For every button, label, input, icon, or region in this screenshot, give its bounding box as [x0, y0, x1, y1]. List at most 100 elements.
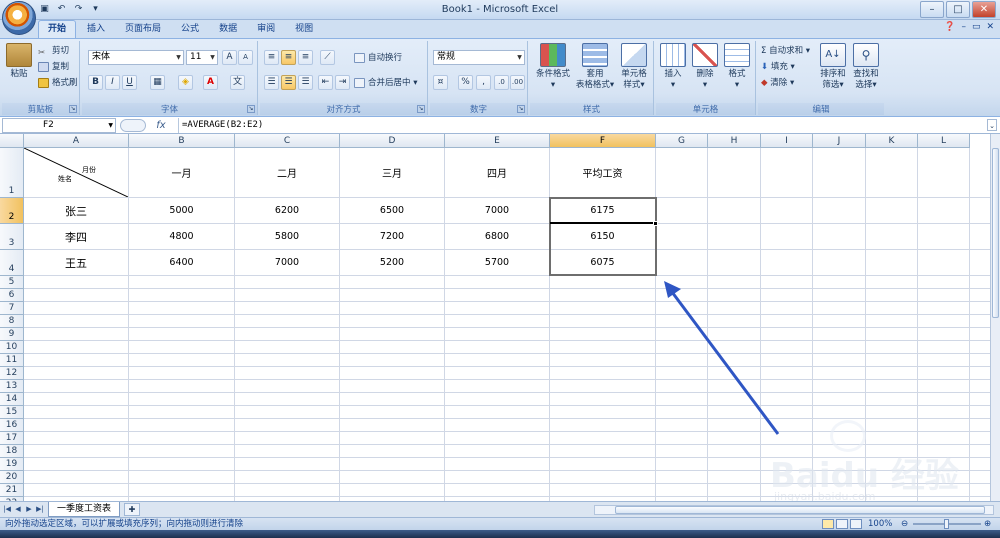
minimize-icon[interactable]: –	[920, 1, 944, 18]
column-header-k[interactable]: K	[866, 134, 918, 148]
tab-home[interactable]: 开始	[38, 20, 77, 38]
row-header-9[interactable]: 9	[0, 328, 24, 341]
column-header-d[interactable]: D	[340, 134, 445, 148]
tab-review[interactable]: 审阅	[248, 20, 284, 38]
data-cell[interactable]: 7000	[445, 198, 549, 223]
table-header-cell[interactable]: 平均工资	[550, 148, 655, 197]
decrease-indent-icon[interactable]: ⇤	[318, 75, 333, 90]
data-cell[interactable]: 5200	[340, 250, 444, 275]
row-header-14[interactable]: 14	[0, 393, 24, 406]
table-header-cell[interactable]: 三月	[340, 148, 444, 197]
sort-filter-button[interactable]: A↓ 排序和 筛选▾	[818, 43, 848, 91]
first-sheet-icon[interactable]: |◀	[2, 504, 12, 515]
table-header-cell[interactable]: 一月	[129, 148, 234, 197]
column-header-a[interactable]: A	[24, 134, 129, 148]
office-button[interactable]	[2, 1, 36, 35]
row-header-5[interactable]: 5	[0, 276, 24, 289]
expand-formula-icon[interactable]: ⌄	[987, 119, 997, 131]
vertical-scroll-thumb[interactable]	[992, 148, 999, 318]
formula-expand-handle[interactable]	[120, 119, 146, 132]
row-header-2[interactable]: 2	[0, 198, 24, 224]
format-cells-button[interactable]: 格式 ▾	[722, 43, 752, 91]
row-header-15[interactable]: 15	[0, 406, 24, 419]
clear-button[interactable]: ◆ 清除 ▾	[761, 76, 794, 90]
column-header-l[interactable]: L	[918, 134, 970, 148]
font-name-select[interactable]: 宋体 ▼	[88, 50, 184, 65]
horizontal-scroll-thumb[interactable]	[615, 506, 985, 514]
italic-button[interactable]: I	[105, 75, 120, 90]
row-header-21[interactable]: 21	[0, 484, 24, 497]
normal-view-icon[interactable]	[822, 519, 834, 529]
format-as-table-button[interactable]: 套用 表格格式▾	[574, 43, 616, 91]
customize-qat-icon[interactable]: ▾	[89, 3, 102, 16]
number-format-select[interactable]: 常规 ▼	[433, 50, 525, 65]
row-header-11[interactable]: 11	[0, 354, 24, 367]
data-cell[interactable]: 5000	[129, 198, 234, 223]
data-cell[interactable]: 5700	[445, 250, 549, 275]
fill-handle[interactable]	[653, 221, 658, 226]
page-break-view-icon[interactable]	[850, 519, 862, 529]
diagonal-header-cell[interactable]: 月份 姓名	[24, 148, 128, 197]
row-header-19[interactable]: 19	[0, 458, 24, 471]
insert-function-button[interactable]: fx	[150, 118, 172, 133]
conditional-format-button[interactable]: 条件格式 ▾	[532, 43, 574, 91]
data-cell[interactable]: 7200	[340, 224, 444, 249]
increase-decimal-icon[interactable]: .0	[494, 75, 509, 90]
name-cell[interactable]: 王五	[24, 250, 128, 275]
row-header-3[interactable]: 3	[0, 224, 24, 250]
border-icon[interactable]: ▦	[150, 75, 165, 90]
average-cell[interactable]: 6150	[550, 224, 655, 249]
dialog-launcher-icon[interactable]: ↘	[69, 105, 77, 113]
redo-icon[interactable]: ↷	[72, 3, 85, 16]
data-cell[interactable]: 6800	[445, 224, 549, 249]
font-color-icon[interactable]: A	[203, 75, 218, 90]
data-cell[interactable]: 7000	[235, 250, 339, 275]
align-middle-icon[interactable]: ≡	[281, 50, 296, 65]
tab-view[interactable]: 视图	[286, 20, 322, 38]
column-header-i[interactable]: I	[761, 134, 813, 148]
page-layout-view-icon[interactable]	[836, 519, 848, 529]
average-cell[interactable]: 6075	[550, 250, 655, 275]
fill-color-icon[interactable]: ◈	[178, 75, 193, 90]
tab-formulas[interactable]: 公式	[172, 20, 208, 38]
spreadsheet-grid[interactable]: A B C D E F G H I J K L 1 2 3 4 5 6 7 8 9 10 11 12 13 14 15 16 17 18 1…	[0, 134, 990, 501]
name-box[interactable]: F2 ▼	[2, 118, 116, 133]
close-icon[interactable]: ✕	[972, 1, 996, 18]
delete-cells-button[interactable]: 删除 ▾	[690, 43, 720, 91]
orientation-icon[interactable]: ⟋	[320, 50, 335, 65]
data-cell[interactable]: 6200	[235, 198, 339, 223]
phonetic-icon[interactable]: 文	[230, 75, 245, 90]
save-icon[interactable]: ▣	[38, 3, 51, 16]
dialog-launcher-icon[interactable]: ↘	[417, 105, 425, 113]
insert-sheet-icon[interactable]: ✚	[124, 503, 140, 516]
help-icon[interactable]: ❓	[944, 22, 955, 32]
find-select-button[interactable]: ⚲ 查找和 选择▾	[850, 43, 882, 91]
cell-styles-button[interactable]: 单元格 样式▾	[616, 43, 652, 91]
zoom-slider-thumb[interactable]	[944, 519, 949, 529]
align-bottom-icon[interactable]: ≡	[298, 50, 313, 65]
tab-page-layout[interactable]: 页面布局	[116, 20, 170, 38]
row-header-12[interactable]: 12	[0, 367, 24, 380]
bold-button[interactable]: B	[88, 75, 103, 90]
increase-indent-icon[interactable]: ⇥	[335, 75, 350, 90]
autosum-button[interactable]: Σ 自动求和 ▾	[761, 44, 810, 58]
table-header-cell[interactable]: 四月	[445, 148, 549, 197]
cut-button[interactable]: ✂ 剪切	[38, 44, 69, 58]
table-header-cell[interactable]: 二月	[235, 148, 339, 197]
sheet-tab[interactable]: 一季度工资表	[48, 502, 120, 517]
align-top-icon[interactable]: ≡	[264, 50, 279, 65]
copy-button[interactable]: 复制	[38, 60, 69, 74]
vertical-scrollbar[interactable]	[990, 134, 1000, 501]
currency-icon[interactable]: ¤	[433, 75, 448, 90]
row-header-16[interactable]: 16	[0, 419, 24, 432]
wrap-text-button[interactable]: 自动换行	[354, 51, 402, 65]
prev-sheet-icon[interactable]: ◀	[13, 504, 23, 515]
undo-icon[interactable]: ↶	[55, 3, 68, 16]
dialog-launcher-icon[interactable]: ↘	[247, 105, 255, 113]
dialog-launcher-icon[interactable]: ↘	[517, 105, 525, 113]
font-size-select[interactable]: 11 ▼	[186, 50, 218, 65]
column-header-c[interactable]: C	[235, 134, 340, 148]
row-header-13[interactable]: 13	[0, 380, 24, 393]
row-header-8[interactable]: 8	[0, 315, 24, 328]
data-cell[interactable]: 6400	[129, 250, 234, 275]
